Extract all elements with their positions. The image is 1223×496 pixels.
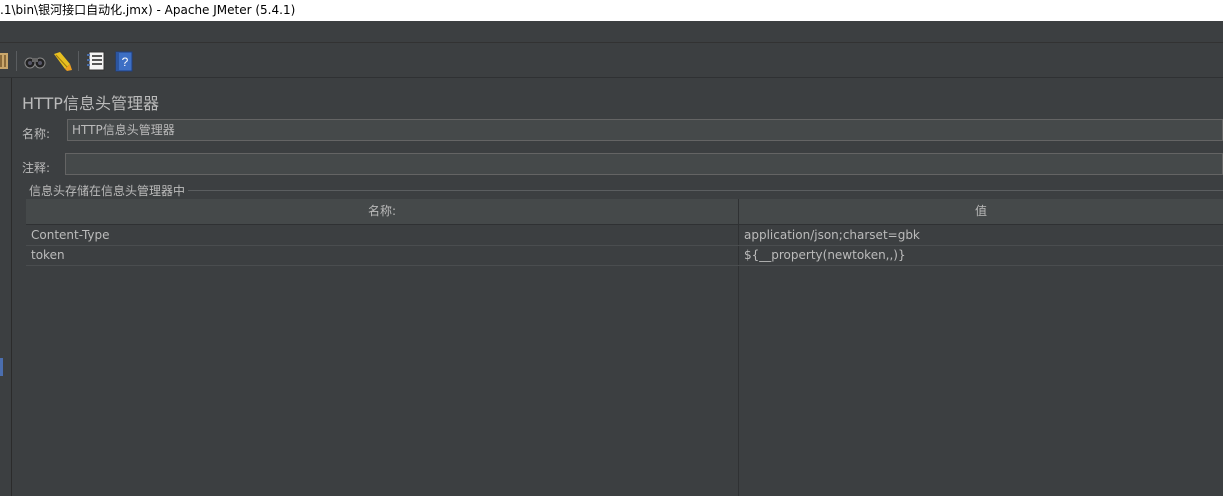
header-manager-panel: HTTP信息头管理器 名称: HTTP信息头管理器 注释: 信息头存储在信息头管… (12, 78, 1223, 496)
comment-label: 注释: (22, 161, 51, 175)
broom-icon[interactable] (0, 50, 12, 72)
clear-icon[interactable] (51, 50, 73, 72)
header-value-cell[interactable]: application/json;charset=gbk (744, 225, 1222, 245)
toolbar-separator (78, 51, 79, 71)
name-label: 名称: (22, 127, 51, 141)
toolbar-separator (16, 51, 17, 71)
group-border (26, 190, 1223, 191)
toolbar: ? (0, 43, 1223, 78)
table-row[interactable]: token ${__property(newtoken,,)} (26, 245, 1223, 266)
tree-selection-marker (0, 358, 3, 376)
table-row[interactable]: Content-Type application/json;charset=gb… (26, 225, 1223, 246)
svg-text:?: ? (122, 55, 129, 69)
name-field[interactable]: HTTP信息头管理器 (67, 119, 1223, 141)
headers-table[interactable]: 名称: 值 Content-Type application/json;char… (26, 199, 1223, 496)
column-header-value[interactable]: 值 (739, 199, 1223, 224)
help-icon[interactable]: ? (113, 50, 135, 72)
column-header-name[interactable]: 名称: (26, 199, 738, 224)
binoculars-icon[interactable] (24, 50, 46, 72)
header-name-cell[interactable]: Content-Type (31, 225, 731, 245)
menu-bar (0, 21, 1223, 43)
header-value-cell[interactable]: ${__property(newtoken,,)} (744, 245, 1222, 265)
log-list-icon[interactable] (85, 50, 107, 72)
window-title: .1\bin\银河接口自动化.jmx) - Apache JMeter (5.4… (0, 3, 296, 17)
window-title-bar: .1\bin\银河接口自动化.jmx) - Apache JMeter (5.4… (0, 0, 1223, 21)
table-header: 名称: 值 (26, 199, 1223, 225)
header-name-cell[interactable]: token (31, 245, 731, 265)
tree-panel-edge (0, 78, 12, 496)
group-title: 信息头存储在信息头管理器中 (26, 182, 189, 199)
comment-field[interactable] (65, 153, 1223, 175)
panel-title: HTTP信息头管理器 (22, 94, 159, 113)
